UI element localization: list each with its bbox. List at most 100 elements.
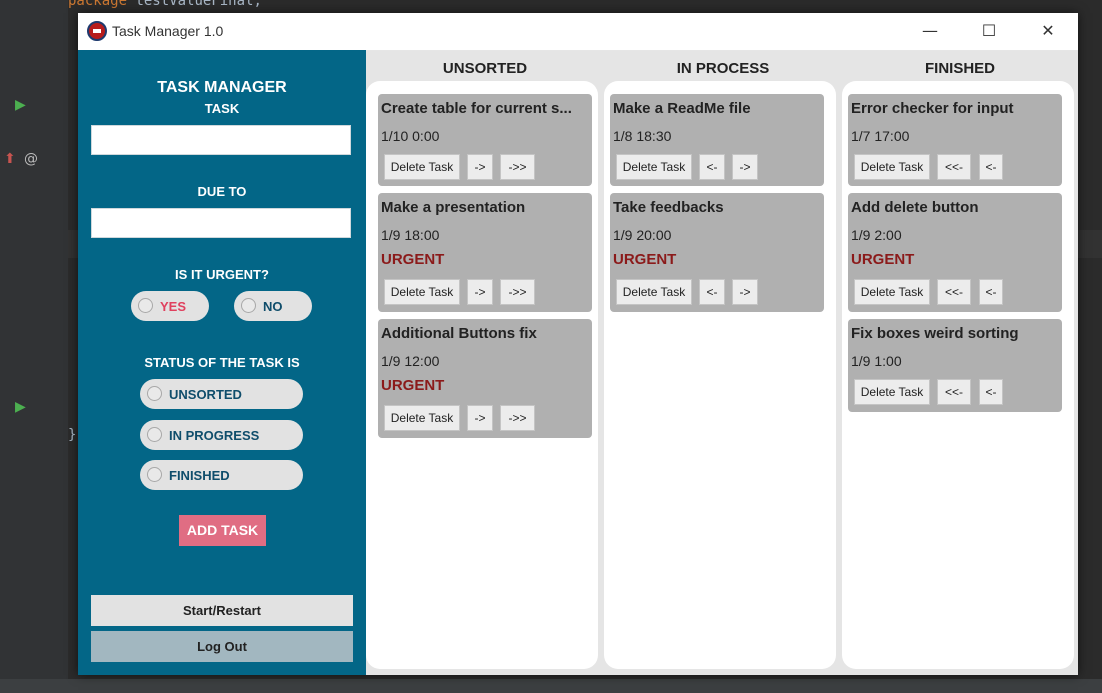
radio-circle <box>147 427 162 442</box>
task-card[interactable]: Additional Buttons fix 1/9 12:00 URGENT … <box>378 319 592 438</box>
due-label: DUE TO <box>197 184 247 199</box>
radio-circle <box>147 386 162 401</box>
task-date: 1/10 0:00 <box>381 128 440 144</box>
radio-circle <box>138 298 153 313</box>
move-to-unsorted-button[interactable]: <<- <box>937 154 971 180</box>
task-title: Error checker for input <box>851 100 1014 117</box>
move-right-button[interactable]: -> <box>732 279 758 305</box>
task-input[interactable] <box>91 125 351 155</box>
status-in-progress-radio[interactable]: IN PROGRESS <box>140 420 303 450</box>
run-icon[interactable]: ▶ <box>15 399 26 415</box>
radio-label: YES <box>160 299 187 314</box>
radio-label: IN PROGRESS <box>169 428 260 443</box>
ide-keyword: package <box>68 0 128 9</box>
delete-task-button[interactable]: Delete Task <box>384 279 460 305</box>
task-card[interactable]: Take feedbacks 1/9 20:00 URGENT Delete T… <box>610 193 824 312</box>
task-date: 1/7 17:00 <box>851 128 910 144</box>
column-unsorted: Create table for current s... 1/10 0:00 … <box>366 81 598 669</box>
task-title: Add delete button <box>851 199 979 216</box>
close-button[interactable]: ✕ <box>1019 13 1077 50</box>
task-date: 1/8 18:30 <box>613 128 672 144</box>
task-card[interactable]: Add delete button 1/9 2:00 URGENT Delete… <box>848 193 1062 312</box>
ide-code-text: testValueFinal; <box>135 0 262 9</box>
task-card[interactable]: Make a ReadMe file 1/8 18:30 Delete Task… <box>610 94 824 186</box>
ide-status-bar <box>0 679 1102 693</box>
move-to-finished-button[interactable]: ->> <box>500 279 535 305</box>
ide-gutter <box>0 0 68 693</box>
move-right-button[interactable]: -> <box>732 154 758 180</box>
delete-task-button[interactable]: Delete Task <box>616 154 692 180</box>
task-card[interactable]: Make a presentation 1/9 18:00 URGENT Del… <box>378 193 592 312</box>
task-title: Fix boxes weird sorting <box>851 325 1019 342</box>
sidebar: TASK MANAGER TASK DUE TO IS IT URGENT? Y… <box>78 50 366 675</box>
task-title: Additional Buttons fix <box>381 325 537 342</box>
minimize-button[interactable]: — <box>901 13 959 50</box>
urgent-badge: URGENT <box>381 377 445 394</box>
move-left-button[interactable]: <- <box>699 279 725 305</box>
move-left-button[interactable]: <- <box>699 154 725 180</box>
title-bar[interactable]: Task Manager 1.0 — ☐ ✕ <box>78 13 1078 51</box>
task-title: Make a presentation <box>381 199 526 216</box>
urgent-no-radio[interactable]: NO <box>234 291 312 321</box>
delete-task-button[interactable]: Delete Task <box>616 279 692 305</box>
move-right-button[interactable]: -> <box>467 154 493 180</box>
delete-task-button[interactable]: Delete Task <box>854 154 930 180</box>
radio-label: UNSORTED <box>169 387 242 402</box>
radio-label: NO <box>263 299 283 314</box>
task-date: 1/9 18:00 <box>381 227 440 243</box>
status-label: STATUS OF THE TASK IS <box>144 355 300 370</box>
status-unsorted-radio[interactable]: UNSORTED <box>140 379 303 409</box>
start-restart-button[interactable]: Start/Restart <box>91 595 353 626</box>
delete-task-button[interactable]: Delete Task <box>854 279 930 305</box>
radio-label: FINISHED <box>169 468 230 483</box>
urgent-badge: URGENT <box>613 251 677 268</box>
ide-brace: } <box>68 427 77 443</box>
delete-task-button[interactable]: Delete Task <box>854 379 930 405</box>
move-left-button[interactable]: <- <box>979 154 1003 180</box>
column-header-in-process: IN PROCESS <box>676 60 770 77</box>
urgent-badge: URGENT <box>381 251 445 268</box>
task-card[interactable]: Error checker for input 1/7 17:00 Delete… <box>848 94 1062 186</box>
column-header-unsorted: UNSORTED <box>442 60 528 77</box>
app-heading: TASK MANAGER <box>157 79 287 96</box>
app-logo-icon <box>87 21 107 41</box>
annotation-icon: @ <box>24 151 38 167</box>
status-finished-radio[interactable]: FINISHED <box>140 460 303 490</box>
move-left-button[interactable]: <- <box>979 379 1003 405</box>
due-input[interactable] <box>91 208 351 238</box>
move-to-unsorted-button[interactable]: <<- <box>937 379 971 405</box>
ide-code-line: package testValueFinal; <box>68 0 262 9</box>
task-date: 1/9 12:00 <box>381 353 440 369</box>
delete-task-button[interactable]: Delete Task <box>384 154 460 180</box>
urgent-yes-radio[interactable]: YES <box>131 291 209 321</box>
override-icon: ⬆ <box>4 151 16 167</box>
run-icon[interactable]: ▶ <box>15 97 26 113</box>
task-date: 1/9 1:00 <box>851 353 902 369</box>
task-card[interactable]: Create table for current s... 1/10 0:00 … <box>378 94 592 186</box>
task-title: Make a ReadMe file <box>613 100 751 117</box>
move-to-unsorted-button[interactable]: <<- <box>937 279 971 305</box>
move-to-finished-button[interactable]: ->> <box>500 154 535 180</box>
task-title: Create table for current s... <box>381 100 572 117</box>
move-left-button[interactable]: <- <box>979 279 1003 305</box>
urgent-badge: URGENT <box>851 251 915 268</box>
window-title: Task Manager 1.0 <box>112 23 224 39</box>
task-title: Take feedbacks <box>613 199 724 216</box>
urgent-label: IS IT URGENT? <box>175 267 269 282</box>
column-finished: Error checker for input 1/7 17:00 Delete… <box>842 81 1074 669</box>
add-task-button[interactable]: ADD TASK <box>179 515 266 546</box>
log-out-button[interactable]: Log Out <box>91 631 353 662</box>
task-manager-window: Task Manager 1.0 — ☐ ✕ TASK MANAGER TASK… <box>78 13 1078 675</box>
maximize-button[interactable]: ☐ <box>960 13 1018 50</box>
task-card[interactable]: Fix boxes weird sorting 1/9 1:00 Delete … <box>848 319 1062 412</box>
radio-circle <box>147 467 162 482</box>
column-header-finished: FINISHED <box>924 60 995 77</box>
task-date: 1/9 20:00 <box>613 227 672 243</box>
move-right-button[interactable]: -> <box>467 279 493 305</box>
move-to-finished-button[interactable]: ->> <box>500 405 535 431</box>
delete-task-button[interactable]: Delete Task <box>384 405 460 431</box>
radio-circle <box>241 298 256 313</box>
move-right-button[interactable]: -> <box>467 405 493 431</box>
task-label: TASK <box>204 101 240 116</box>
task-date: 1/9 2:00 <box>851 227 902 243</box>
